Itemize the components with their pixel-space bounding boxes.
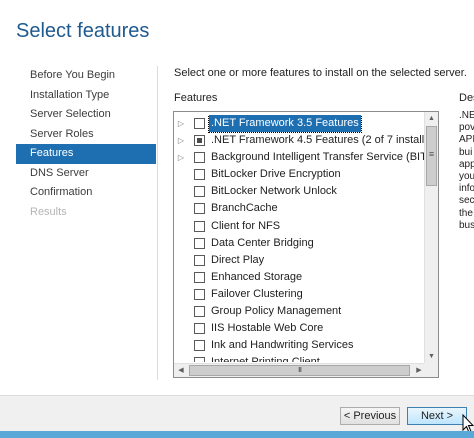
feature-label: Data Center Bridging [211, 236, 314, 249]
nav-item-features[interactable]: Features [16, 144, 156, 164]
feature-row[interactable]: Group Policy Management [174, 303, 426, 320]
expander-placeholder [177, 204, 185, 213]
taskbar-edge [0, 431, 474, 438]
feature-checkbox[interactable] [194, 169, 205, 181]
scroll-down-icon[interactable]: ▼ [425, 350, 438, 364]
feature-row[interactable]: Ink and Handwriting Services [174, 337, 426, 354]
description-line: app [459, 158, 474, 170]
feature-row[interactable]: Failover Clustering [174, 286, 426, 303]
feature-checkbox[interactable] [194, 323, 205, 335]
feature-checkbox[interactable] [194, 118, 205, 129]
nav-item-confirmation[interactable]: Confirmation [16, 183, 156, 203]
expand-arrow-icon[interactable]: ▷ [177, 119, 185, 128]
description-line: pov [459, 122, 474, 134]
feature-label: Ink and Handwriting Services [211, 339, 354, 352]
expander-placeholder [177, 324, 185, 333]
expander-placeholder [177, 358, 185, 362]
feature-checkbox[interactable] [194, 220, 205, 232]
feature-checkbox[interactable] [194, 288, 205, 300]
nav-item-installation-type[interactable]: Installation Type [16, 86, 156, 106]
feature-row[interactable]: BitLocker Drive Encryption [174, 166, 426, 183]
feature-checkbox[interactable] [194, 357, 205, 362]
feature-checkbox[interactable] [194, 203, 205, 215]
nav-item-before-you-begin[interactable]: Before You Begin [16, 66, 156, 86]
description-line: you [459, 171, 474, 183]
feature-label: .NET Framework 3.5 Features [208, 115, 362, 134]
feature-row[interactable]: Direct Play [174, 252, 426, 269]
feature-label: BitLocker Network Unlock [211, 185, 337, 198]
features-heading: Features [174, 92, 218, 104]
feature-checkbox[interactable] [194, 340, 205, 352]
nav-item-server-selection[interactable]: Server Selection [16, 105, 156, 125]
expander-placeholder [177, 290, 185, 299]
feature-checkbox[interactable] [194, 152, 205, 164]
features-list: ▷ .NET Framework 3.5 Features ▷ .NET Framew… [174, 115, 426, 362]
expander-placeholder [177, 170, 185, 179]
description-line: info [459, 183, 474, 195]
feature-row[interactable]: ▷ .NET Framework 3.5 Features [174, 115, 426, 134]
vertical-scroll-thumb[interactable] [426, 126, 437, 186]
feature-row[interactable]: ▷ .NET Framework 4.5 Features (2 of 7 ins… [174, 132, 426, 149]
next-button[interactable]: Next > [407, 407, 467, 425]
feature-row[interactable]: BitLocker Network Unlock [174, 183, 426, 200]
feature-label: Failover Clustering [211, 287, 303, 300]
expander-placeholder [177, 187, 185, 196]
description-line: bui [459, 146, 473, 158]
horizontal-scrollbar[interactable]: ◀ ▶ [174, 363, 426, 377]
feature-label: Client for NFS [211, 219, 281, 232]
expander-placeholder [177, 273, 185, 282]
wizard-nav: Before You Begin Installation Type Serve… [16, 66, 156, 222]
horizontal-scroll-thumb[interactable] [189, 365, 410, 376]
scroll-left-icon[interactable]: ◀ [174, 364, 188, 377]
expander-placeholder [177, 222, 185, 231]
scrollbar-corner [424, 363, 438, 377]
feature-label: Background Intelligent Transfer Service … [211, 151, 426, 164]
feature-row[interactable]: Client for NFS [174, 218, 426, 235]
feature-label: Group Policy Management [211, 305, 342, 318]
nav-item-server-roles[interactable]: Server Roles [16, 125, 156, 145]
features-tree[interactable]: ▷ .NET Framework 3.5 Features ▷ .NET Framew… [173, 111, 439, 378]
scroll-up-icon[interactable]: ▲ [425, 112, 438, 126]
feature-row[interactable]: Enhanced Storage [174, 269, 426, 286]
feature-checkbox[interactable] [194, 237, 205, 249]
feature-row[interactable]: Internet Printing Client [174, 354, 426, 362]
description-line: .NE [459, 110, 474, 121]
description-heading: Des [459, 92, 474, 104]
feature-row[interactable]: IIS Hostable Web Core [174, 320, 426, 337]
feature-label: IIS Hostable Web Core [211, 322, 324, 335]
feature-label: Enhanced Storage [211, 270, 303, 283]
feature-checkbox[interactable] [194, 271, 205, 283]
feature-label: BranchCache [211, 202, 278, 215]
expander-placeholder [177, 256, 185, 265]
nav-item-results: Results [30, 205, 67, 218]
feature-checkbox[interactable] [194, 254, 205, 266]
expander-placeholder [177, 307, 185, 316]
feature-row[interactable]: ▷ Background Intelligent Transfer Service… [174, 149, 426, 166]
feature-label: Direct Play [211, 253, 265, 266]
instruction-text: Select one or more features to install o… [174, 67, 467, 79]
feature-checkbox[interactable] [194, 135, 205, 147]
expander-placeholder [177, 239, 185, 248]
feature-label: .NET Framework 4.5 Features (2 of 7 inst… [211, 134, 426, 147]
vertical-scrollbar[interactable]: ▲ ▼ [424, 112, 438, 364]
feature-checkbox[interactable] [194, 186, 205, 198]
feature-checkbox[interactable] [194, 306, 205, 318]
description-text: .NE pov API bui app you info sec the bus [459, 110, 474, 232]
description-line: bus [459, 219, 474, 231]
description-line: the [459, 207, 473, 219]
previous-button[interactable]: < Previous [340, 407, 400, 425]
page-title: Select features [16, 20, 150, 42]
expander-placeholder [177, 341, 185, 350]
feature-label: BitLocker Drive Encryption [211, 168, 341, 181]
nav-item-dns-server[interactable]: DNS Server [16, 164, 156, 184]
expand-arrow-icon[interactable]: ▷ [177, 153, 185, 162]
description-line: API [459, 134, 474, 146]
feature-label: Internet Printing Client [209, 354, 322, 362]
nav-divider [157, 66, 158, 380]
feature-row[interactable]: BranchCache [174, 200, 426, 217]
description-line: sec [459, 195, 474, 207]
expand-arrow-icon[interactable]: ▷ [177, 136, 185, 145]
feature-row[interactable]: Data Center Bridging [174, 235, 426, 252]
